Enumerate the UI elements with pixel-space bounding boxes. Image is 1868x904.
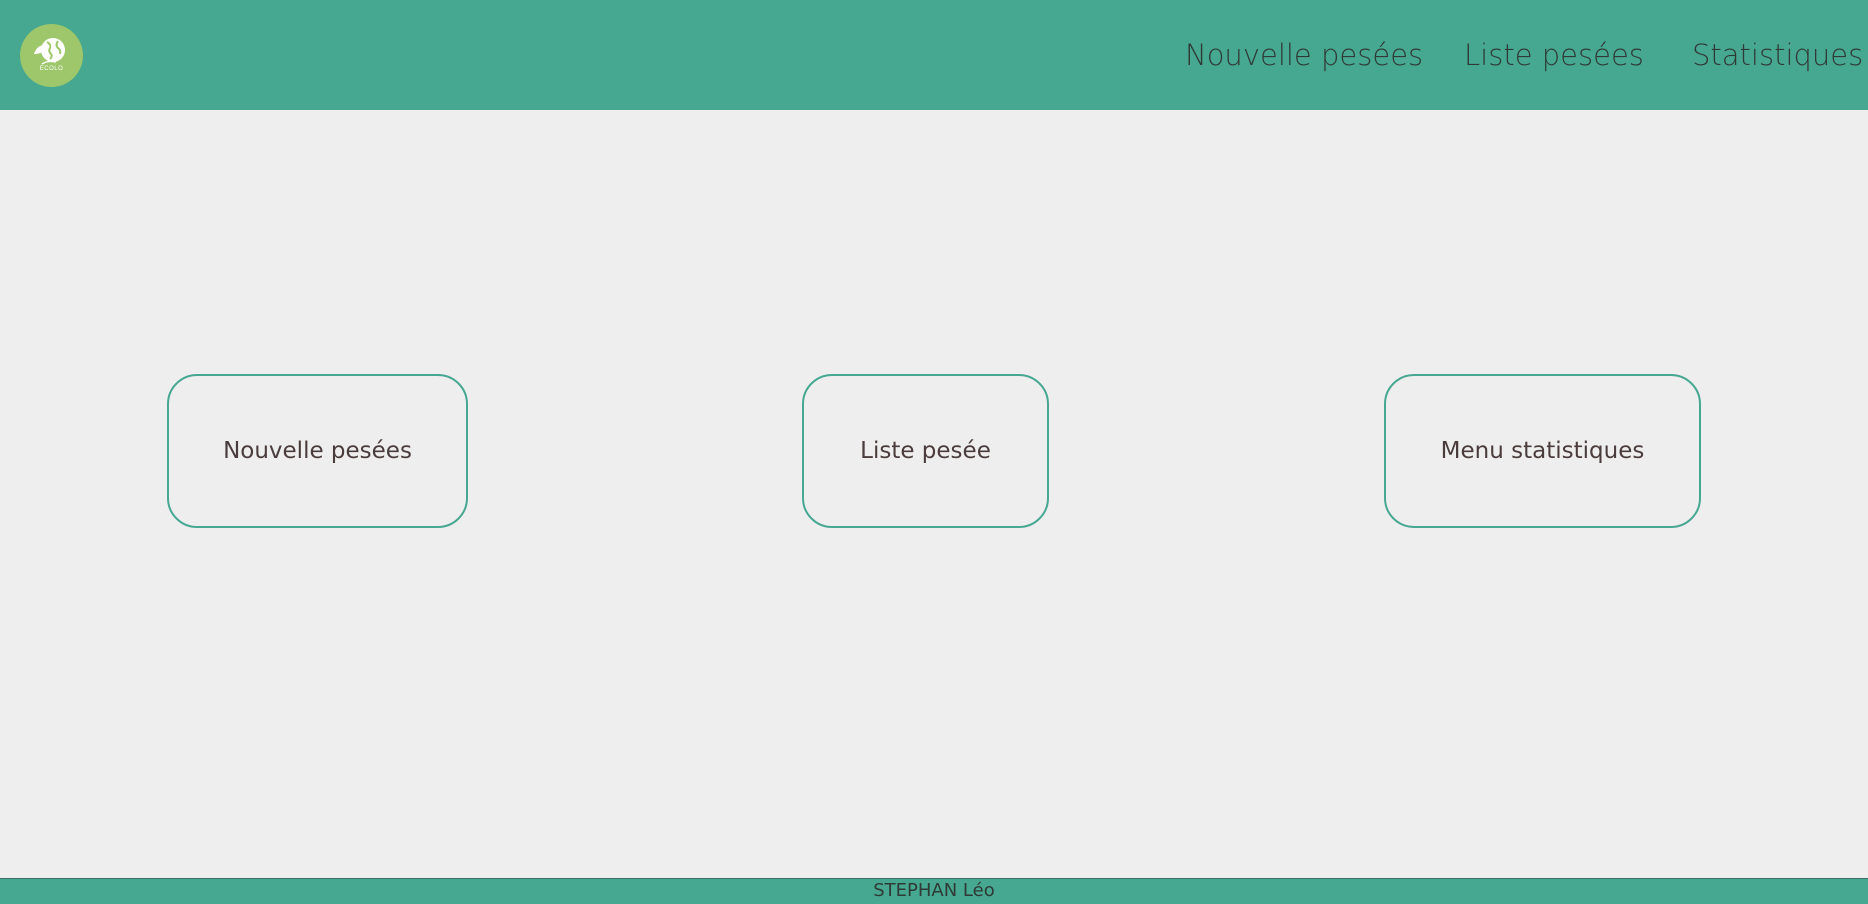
liste-pesee-label: Liste pesée xyxy=(860,438,991,464)
ecolo-logo[interactable]: ECOLO xyxy=(20,24,83,87)
nav-liste-pesees[interactable]: Liste pesées xyxy=(1464,0,1644,110)
menu-statistiques-button[interactable]: Menu statistiques xyxy=(1384,374,1701,528)
footer: STEPHAN Léo xyxy=(0,878,1868,904)
nav-nouvelle-pesees[interactable]: Nouvelle pesées xyxy=(1185,0,1423,110)
nouvelle-pesees-label: Nouvelle pesées xyxy=(223,438,412,464)
nav-statistiques[interactable]: Statistiques xyxy=(1692,0,1863,110)
liste-pesee-button[interactable]: Liste pesée xyxy=(802,374,1049,528)
globe-leaf-icon xyxy=(34,38,65,65)
top-header: ECOLO Nouvelle pesées Liste pesées Stati… xyxy=(0,0,1868,110)
logo-text: ECOLO xyxy=(39,66,64,72)
menu-statistiques-label: Menu statistiques xyxy=(1440,438,1645,464)
footer-author: STEPHAN Léo xyxy=(873,880,995,901)
nouvelle-pesees-button[interactable]: Nouvelle pesées xyxy=(167,374,468,528)
